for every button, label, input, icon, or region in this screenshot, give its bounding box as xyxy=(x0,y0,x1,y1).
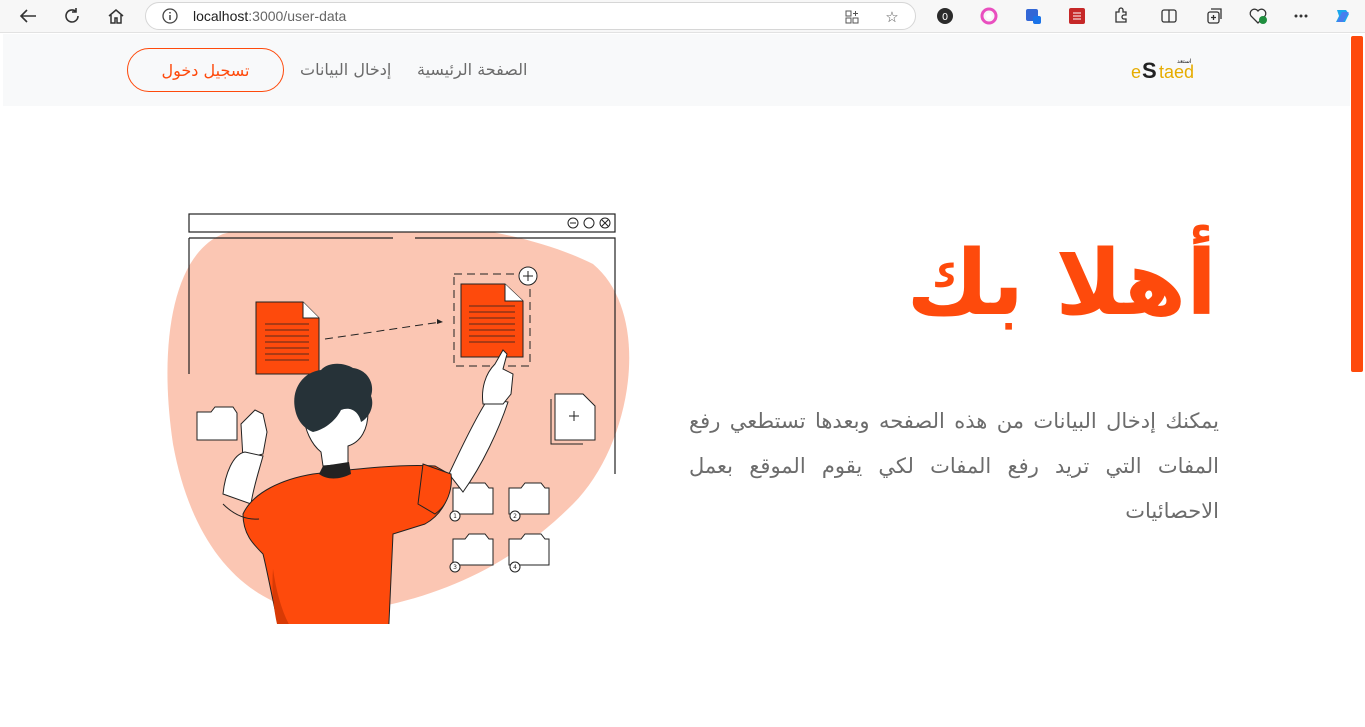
extension-icon[interactable]: 0 xyxy=(934,5,956,27)
folder-number-3: 3 xyxy=(453,564,457,571)
copilot-icon[interactable] xyxy=(1332,5,1354,27)
site-info-icon[interactable] xyxy=(162,8,178,24)
data-upload-illustration: 1 2 3 4 xyxy=(167,213,630,624)
svg-text:S: S xyxy=(1142,58,1157,83)
browser-essentials-icon[interactable] xyxy=(1247,5,1269,27)
split-screen-icon[interactable] xyxy=(1158,5,1180,27)
extensions-puzzle-icon[interactable] xyxy=(1110,5,1132,27)
login-button[interactable]: تسجيل دخول xyxy=(127,48,284,92)
favorite-star-icon[interactable]: ☆ xyxy=(882,7,902,27)
address-bar[interactable]: localhost:3000/user-data ☆ xyxy=(145,2,916,30)
folder-number-4: 4 xyxy=(513,564,517,571)
translate-extension-icon[interactable] xyxy=(1022,5,1044,27)
browser-toolbar: localhost:3000/user-data ☆ 0 xyxy=(0,0,1365,33)
svg-text:e: e xyxy=(1131,62,1141,82)
collections-icon[interactable] xyxy=(1203,5,1225,27)
devtools-extension-icon[interactable] xyxy=(1066,5,1088,27)
more-menu-icon[interactable] xyxy=(1290,5,1312,27)
app-available-icon[interactable] xyxy=(842,7,862,27)
page-content: e S taed استعد الصفحة الرئيسية إدخال الب… xyxy=(3,34,1350,727)
welcome-description: يمكنك إدخال البيانات من هذه الصفحه وبعده… xyxy=(689,409,1219,523)
home-icon[interactable] xyxy=(103,4,129,28)
url-text[interactable]: localhost:3000/user-data xyxy=(193,8,346,24)
nav-data-entry-link[interactable]: إدخال البيانات xyxy=(300,60,391,79)
back-icon[interactable] xyxy=(15,4,41,28)
nav-home-link[interactable]: الصفحة الرئيسية xyxy=(417,60,527,79)
color-picker-extension-icon[interactable] xyxy=(978,5,1000,27)
site-logo[interactable]: e S taed استعد xyxy=(1129,53,1211,83)
reload-icon[interactable] xyxy=(59,4,85,28)
folder-number-2: 2 xyxy=(513,513,517,520)
logo-arabic: استعد xyxy=(1177,58,1192,65)
navbar: e S taed استعد الصفحة الرئيسية إدخال الب… xyxy=(3,34,1350,106)
welcome-title: أهلا بك xyxy=(906,231,1217,336)
folder-number-1: 1 xyxy=(453,513,457,520)
svg-text:taed: taed xyxy=(1159,62,1194,82)
svg-text:0: 0 xyxy=(942,12,948,23)
page-scrollbar-thumb[interactable] xyxy=(1351,36,1363,372)
